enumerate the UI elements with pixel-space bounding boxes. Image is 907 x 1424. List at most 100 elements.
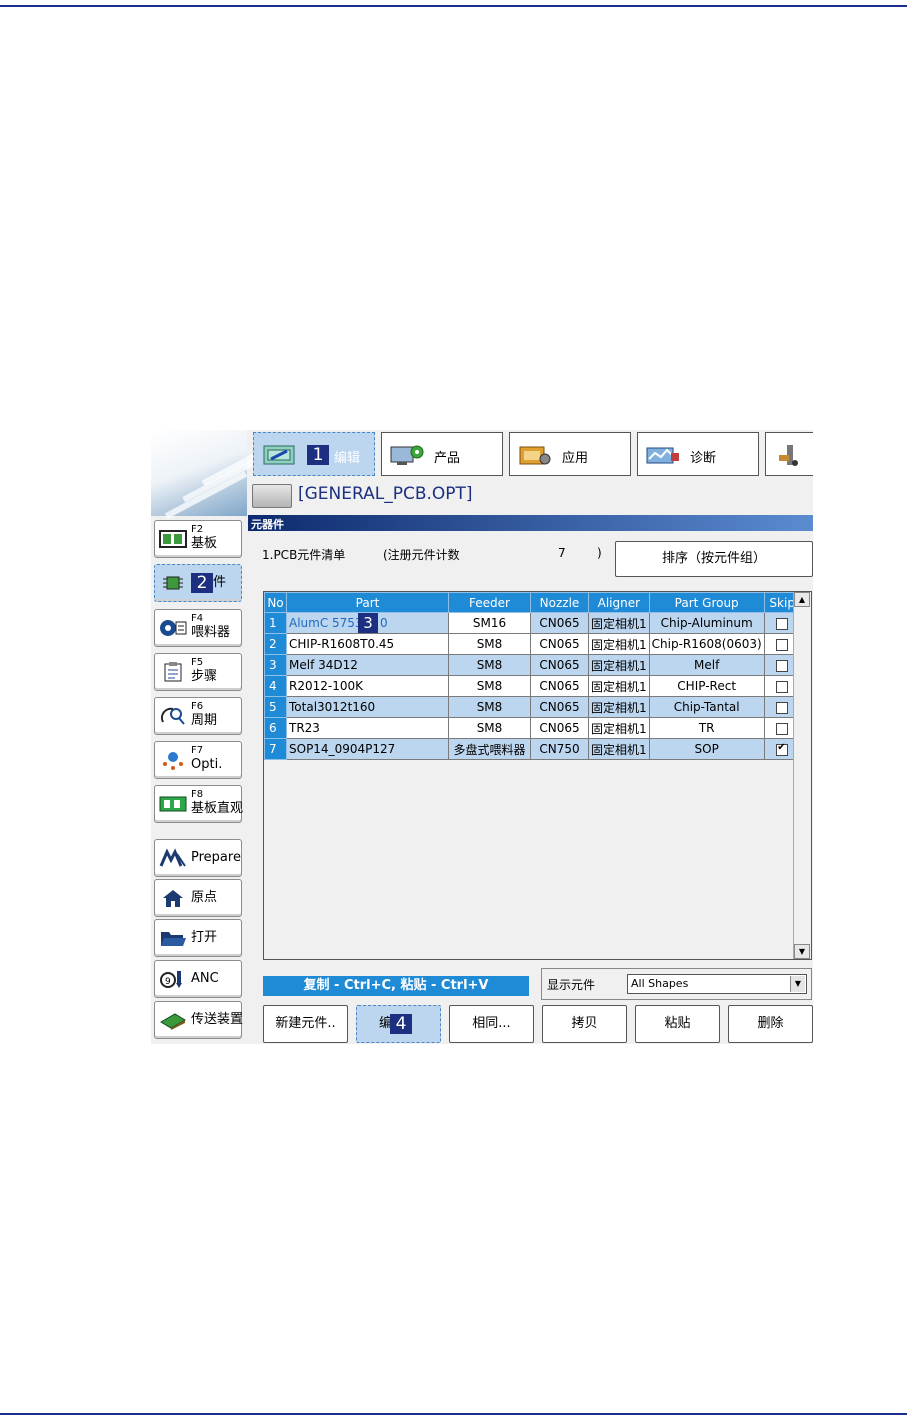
sidebar-item-anc[interactable]: 9 ANC [154, 960, 242, 998]
page-bottom-rule [0, 1413, 907, 1415]
nozzle-cell[interactable]: CN065 [530, 654, 589, 676]
column-header[interactable]: Part [286, 592, 449, 613]
table-row[interactable]: 3 Melf 34D12 SM8 CN065 固定相机1 Melf [264, 654, 801, 676]
feeder-cell[interactable]: SM8 [448, 696, 531, 718]
aligner-cell[interactable]: 固定相机1 [588, 675, 650, 697]
aligner-cell[interactable]: 固定相机1 [588, 696, 650, 718]
part-name-cell[interactable]: CHIP-R1608T0.45 [286, 633, 449, 655]
scroll-up-button[interactable]: ▲ [794, 592, 810, 607]
table-row[interactable]: 4 R2012-100K SM8 CN065 固定相机1 CHIP-Rect [264, 675, 801, 697]
tab-diagnostics[interactable]: 诊断 [637, 432, 759, 476]
sidebar-item-feeder[interactable]: F4 喂料器 [154, 609, 242, 647]
sort-by-group-button[interactable]: 排序（按元件组） [615, 541, 813, 577]
board-view-icon [159, 796, 187, 812]
panel-title-bar: 元器件 [248, 515, 813, 531]
feeder-cell[interactable]: SM8 [448, 717, 531, 739]
skip-checkbox[interactable] [776, 617, 789, 630]
copy-button[interactable]: 拷贝 [542, 1005, 627, 1043]
part-name-cell[interactable]: AlumC 5753 3 0 [286, 612, 449, 634]
sidebar-item-opti[interactable]: F7 Opti. [154, 741, 242, 779]
aligner-cell[interactable]: 固定相机1 [588, 612, 650, 634]
prepare-icon [159, 848, 186, 867]
column-header[interactable]: Aligner [588, 592, 650, 613]
nozzle-cell[interactable]: CN065 [530, 612, 589, 634]
part-name-cell[interactable]: R2012-100K [286, 675, 449, 697]
new-part-button[interactable]: 新建元件.. [263, 1005, 348, 1043]
tab-edit[interactable]: 1 编辑 [253, 432, 375, 476]
sidebar-label: 原点 [191, 890, 218, 905]
column-header[interactable]: No [264, 592, 287, 613]
sidebar-item-origin[interactable]: 原点 [154, 879, 242, 917]
nozzle-cell[interactable]: CN065 [530, 696, 589, 718]
feeder-cell[interactable]: 多盘式喂料器 [448, 738, 531, 760]
sidebar-item-open[interactable]: 打开 [154, 919, 242, 957]
table-row[interactable]: 5 Total3012t160 SM8 CN065 固定相机1 Chip-Tantal [264, 696, 801, 718]
skip-checkbox[interactable] [776, 659, 789, 672]
sidebar-item-board[interactable]: F2 基板 [154, 520, 242, 558]
part-group-cell[interactable]: Melf [648, 654, 765, 676]
part-name-cell[interactable]: SOP14_0904P127 [286, 738, 449, 760]
feeder-cell[interactable]: SM8 [448, 654, 531, 676]
skip-checkbox[interactable] [776, 701, 789, 714]
part-group-cell[interactable]: TR [648, 717, 765, 739]
count-close: ) [597, 546, 602, 560]
sidebar-item-steps[interactable]: F5 步骤 [154, 653, 242, 691]
nozzle-cell[interactable]: CN750 [530, 738, 589, 760]
edit-part-button[interactable]: 编 4 [356, 1005, 441, 1043]
part-group-cell[interactable]: SOP [648, 738, 765, 760]
part-name-cell[interactable]: Melf 34D12 [286, 654, 449, 676]
tab-more[interactable] [765, 432, 813, 476]
table-row[interactable]: 6 TR23 SM8 CN065 固定相机1 TR [264, 717, 801, 739]
column-header[interactable]: Feeder [448, 592, 531, 613]
sidebar-label: 基板直观 [191, 801, 244, 816]
callout-badge-2: 2 [191, 573, 213, 593]
part-group-cell[interactable]: CHIP-Rect [648, 675, 765, 697]
list-label: 1.PCB元件清单 [262, 548, 346, 562]
file-menu-button[interactable] [252, 484, 292, 508]
sidebar-item-cycle[interactable]: F6 周期 [154, 697, 242, 735]
aligner-cell[interactable]: 固定相机1 [588, 738, 650, 760]
delete-button[interactable]: 删除 [728, 1005, 813, 1043]
skip-checkbox[interactable] [776, 722, 789, 735]
sidebar-label: 步骤 [191, 669, 218, 684]
paste-button[interactable]: 粘贴 [635, 1005, 720, 1043]
file-path-bar: [GENERAL_PCB.OPT] [252, 482, 812, 510]
nozzle-cell[interactable]: CN065 [530, 717, 589, 739]
column-header[interactable]: Part Group [648, 592, 765, 613]
same-part-button[interactable]: 相同... [449, 1005, 534, 1043]
nozzle-cell[interactable]: CN065 [530, 675, 589, 697]
table-scrollbar[interactable]: ▲ ▼ [793, 592, 811, 959]
part-name-cell[interactable]: Total3012t160 [286, 696, 449, 718]
table-row[interactable]: 7 SOP14_0904P127 多盘式喂料器 CN750 固定相机1 SOP [264, 738, 801, 760]
skip-checkbox[interactable] [776, 638, 789, 651]
row-number: 4 [264, 675, 287, 697]
sidebar-label: Prepare [191, 850, 241, 865]
tab-product[interactable]: 产品 [381, 432, 503, 476]
shape-filter-select[interactable]: All Shapes ▼ [627, 974, 807, 994]
skip-checkbox[interactable] [776, 680, 789, 693]
sidebar-item-conveyor[interactable]: 传送装置 [154, 1001, 243, 1039]
sidebar-item-prepare[interactable]: Prepare [154, 839, 242, 877]
aligner-cell[interactable]: 固定相机1 [588, 633, 650, 655]
sidebar-item-parts[interactable]: 2 件 [154, 564, 242, 602]
aligner-cell[interactable]: 固定相机1 [588, 654, 650, 676]
home-icon [163, 890, 183, 907]
sidebar-key: F5 [191, 657, 204, 668]
part-group-cell[interactable]: Chip-Tantal [648, 696, 765, 718]
scroll-down-button[interactable]: ▼ [794, 944, 810, 959]
part-group-cell[interactable]: Chip-Aluminum [648, 612, 765, 634]
feeder-cell[interactable]: SM16 [448, 612, 531, 634]
column-header[interactable]: Nozzle [530, 592, 589, 613]
table-row[interactable]: 2 CHIP-R1608T0.45 SM8 CN065 固定相机1 Chip-R1608(… [264, 633, 801, 655]
chevron-down-icon[interactable]: ▼ [790, 976, 805, 992]
feeder-cell[interactable]: SM8 [448, 675, 531, 697]
feeder-cell[interactable]: SM8 [448, 633, 531, 655]
aligner-cell[interactable]: 固定相机1 [588, 717, 650, 739]
part-group-cell[interactable]: Chip-R1608(0603) [648, 633, 765, 655]
skip-checkbox[interactable] [776, 742, 789, 756]
sidebar-item-board-view[interactable]: F8 基板直观 [154, 785, 244, 823]
tab-application[interactable]: 应用 [509, 432, 631, 476]
table-row[interactable]: 1 AlumC 5753 3 0 SM16 CN065 固定相机1 Chip-Aluminum [264, 612, 801, 634]
part-name-cell[interactable]: TR23 [286, 717, 449, 739]
nozzle-cell[interactable]: CN065 [530, 633, 589, 655]
